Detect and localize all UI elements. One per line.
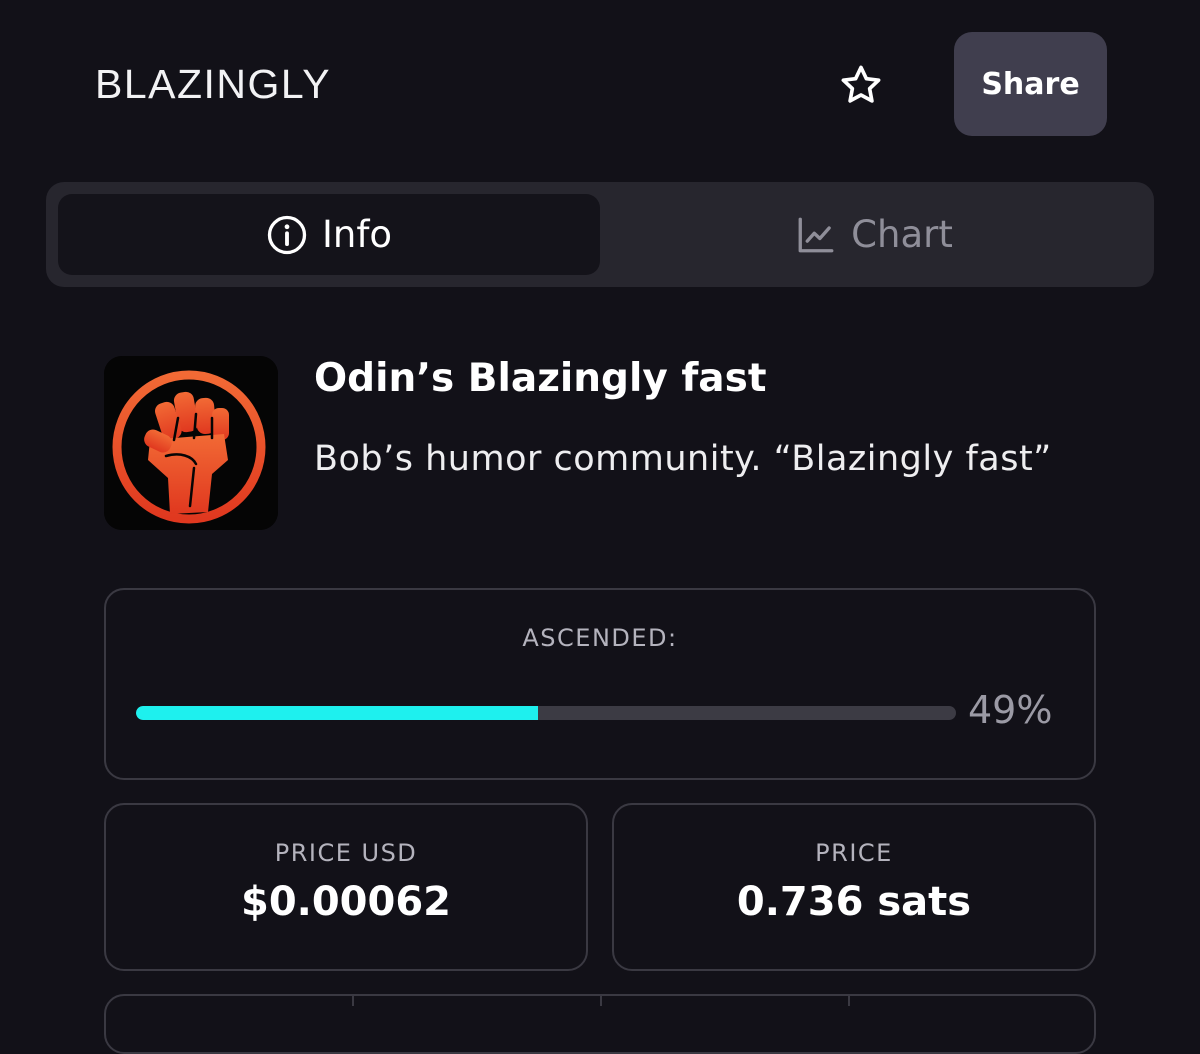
- view-tabs: Info Chart: [46, 182, 1154, 287]
- token-logo: [104, 356, 278, 530]
- price-usd-value: $0.00062: [240, 879, 452, 925]
- ascended-progress-bar: [136, 706, 956, 720]
- tab-info-label: Info: [321, 213, 393, 256]
- price-sats-label: PRICE: [815, 839, 893, 867]
- price-sats-value: 0.736 sats: [736, 879, 972, 925]
- ascended-label: ASCENDED:: [522, 624, 678, 652]
- token-description: Bob’s humor community. “Blazingly fast”: [314, 439, 1052, 479]
- price-usd-card: PRICE USD $0.00062: [104, 803, 588, 971]
- stats-card-row: [104, 994, 1096, 1054]
- stats-divider: [848, 996, 850, 1006]
- ascended-card: ASCENDED: 49%: [104, 588, 1096, 780]
- chart-icon: [798, 217, 834, 252]
- price-usd-label: PRICE USD: [274, 839, 418, 867]
- price-sats-card: PRICE 0.736 sats: [612, 803, 1096, 971]
- tab-chart[interactable]: Chart: [606, 194, 1142, 275]
- token-name: Odin’s Blazingly fast: [314, 356, 767, 401]
- info-icon: [267, 215, 307, 254]
- ascended-percent: 49%: [968, 688, 1053, 732]
- star-icon: [841, 65, 881, 103]
- page-title: BLAZINGLY: [95, 61, 332, 107]
- share-button[interactable]: Share: [954, 32, 1107, 136]
- tab-chart-label: Chart: [851, 213, 953, 256]
- tab-info[interactable]: Info: [58, 194, 600, 275]
- stats-divider: [600, 996, 602, 1006]
- raised-fist-icon: [104, 356, 278, 530]
- stats-divider: [352, 996, 354, 1006]
- ascended-progress-fill: [136, 706, 538, 720]
- favorite-button[interactable]: [834, 58, 888, 112]
